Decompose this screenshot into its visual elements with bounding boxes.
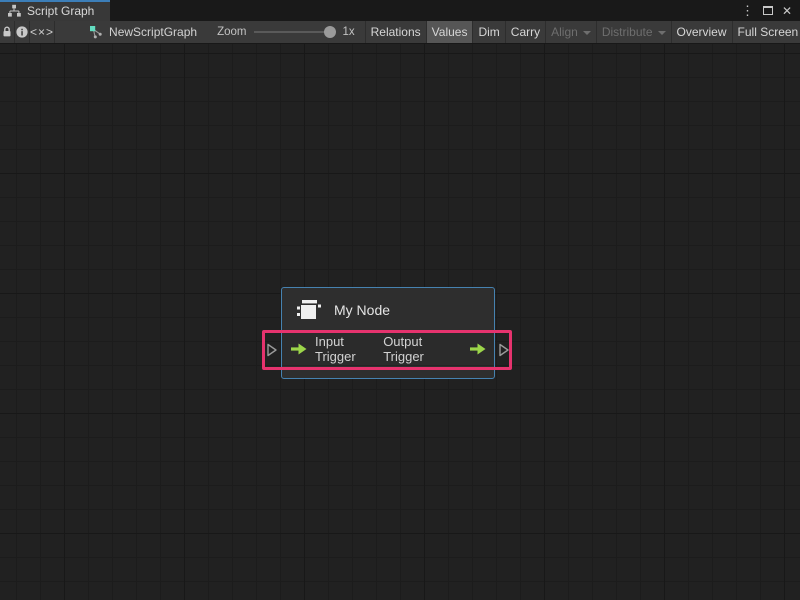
node-ports-row: Input Trigger Output Trigger (282, 332, 494, 366)
tab-title: Script Graph (27, 4, 94, 18)
graph-hierarchy-icon (7, 4, 21, 18)
input-trigger-port[interactable]: Input Trigger (290, 334, 383, 364)
script-graph-window: Script Graph ⋮ ✕ (0, 0, 800, 600)
tab-script-graph[interactable]: Script Graph (0, 0, 110, 21)
output-trigger-label: Output Trigger (383, 334, 461, 364)
node-my-node[interactable]: My Node Input Trigger Output Trigger (281, 287, 495, 379)
window-controls: ⋮ ✕ (741, 0, 800, 21)
distribute-label: Distribute (602, 25, 653, 39)
carry-label: Carry (511, 25, 540, 39)
active-tab-accent (0, 0, 110, 2)
distribute-dropdown[interactable]: Distribute (596, 21, 671, 43)
align-label: Align (551, 25, 578, 39)
output-port-connector-icon[interactable] (498, 343, 510, 357)
zoom-slider[interactable] (254, 31, 334, 33)
graph-name-label: NewScriptGraph (109, 25, 197, 39)
graph-canvas[interactable]: My Node Input Trigger Output Trigger (0, 44, 800, 600)
close-icon[interactable]: ✕ (782, 5, 792, 17)
code-preview-button[interactable]: <×> (30, 21, 55, 43)
relations-button[interactable]: Relations (365, 21, 426, 43)
zoom-slider-handle[interactable] (324, 26, 336, 38)
dim-button[interactable]: Dim (472, 21, 504, 43)
trigger-arrow-icon (469, 343, 486, 355)
carry-button[interactable]: Carry (505, 21, 545, 43)
input-port-connector-icon[interactable] (266, 343, 278, 357)
info-button[interactable] (15, 21, 30, 43)
node-title: My Node (334, 302, 390, 318)
overview-button[interactable]: Overview (671, 21, 732, 43)
lock-button[interactable] (0, 21, 15, 43)
full-screen-button[interactable]: Full Screen (732, 21, 800, 43)
lock-icon (0, 25, 14, 39)
dim-label: Dim (478, 25, 499, 39)
values-button[interactable]: Values (426, 21, 473, 43)
info-icon (15, 25, 29, 39)
trigger-arrow-icon (290, 343, 307, 355)
toolbar-toggle-group: Relations Values Dim Carry Align Distrib… (365, 21, 800, 43)
graph-name-breadcrumb[interactable]: NewScriptGraph (79, 21, 207, 43)
overview-label: Overview (677, 25, 727, 39)
unit-node-icon (294, 296, 324, 324)
input-trigger-label: Input Trigger (315, 334, 383, 364)
output-trigger-port[interactable]: Output Trigger (383, 334, 486, 364)
zoom-label: Zoom (217, 26, 246, 38)
zoom-value: 1x (342, 26, 354, 38)
values-label: Values (432, 25, 468, 39)
script-graph-asset-icon (89, 25, 103, 39)
more-menu-icon[interactable]: ⋮ (741, 4, 754, 17)
node-header[interactable]: My Node (282, 288, 494, 332)
relations-label: Relations (371, 25, 421, 39)
zoom-control: Zoom 1x (207, 21, 365, 43)
maximize-icon[interactable] (763, 6, 773, 15)
tab-bar: Script Graph ⋮ ✕ (0, 0, 800, 21)
chevron-down-icon (658, 31, 666, 35)
code-brackets-icon: <×> (30, 25, 54, 39)
node-footer (282, 366, 494, 378)
align-dropdown[interactable]: Align (545, 21, 596, 43)
graph-toolbar: <×> NewScriptGraph Zoom 1x Relation (0, 21, 800, 44)
chevron-down-icon (583, 31, 591, 35)
full-screen-label: Full Screen (738, 25, 799, 39)
